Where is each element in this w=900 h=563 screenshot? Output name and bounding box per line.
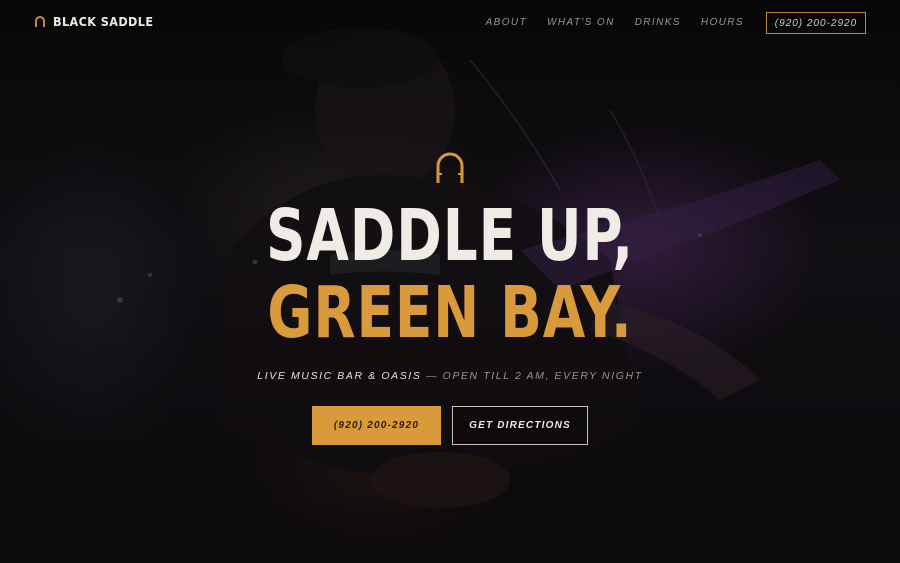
nav-link-whats-on[interactable]: WHAT'S ON bbox=[547, 17, 615, 28]
top-navigation: BLACK SADDLE ABOUT WHAT'S ON DRINKS HOUR… bbox=[0, 0, 900, 48]
nav-link-about[interactable]: ABOUT bbox=[486, 17, 527, 28]
nav-link-hours[interactable]: HOURS bbox=[701, 17, 744, 28]
tagline: LIVE MUSIC BAR & OASIS — OPEN TILL 2 AM,… bbox=[0, 370, 900, 382]
headline-line-2: GREEN BAY. bbox=[267, 271, 633, 354]
tagline-main: LIVE MUSIC BAR & OASIS bbox=[257, 370, 422, 382]
brand-name: BLACK SADDLE bbox=[53, 14, 154, 29]
nav-links: ABOUT WHAT'S ON DRINKS HOURS bbox=[486, 17, 744, 28]
horseshoe-icon bbox=[436, 152, 464, 183]
nav-link-drinks[interactable]: DRINKS bbox=[635, 17, 681, 28]
horseshoe-icon bbox=[35, 16, 45, 27]
brand-logo[interactable]: BLACK SADDLE bbox=[34, 14, 153, 29]
hero-section: BLACK SADDLE ABOUT WHAT'S ON DRINKS HOUR… bbox=[0, 0, 900, 563]
headline-line-1: SADDLE UP, bbox=[265, 194, 635, 277]
get-directions-button[interactable]: GET DIRECTIONS bbox=[452, 406, 588, 445]
nav-phone-button[interactable]: (920) 200-2920 bbox=[766, 12, 866, 34]
tagline-hours: — OPEN TILL 2 AM, EVERY NIGHT bbox=[421, 370, 643, 382]
call-button[interactable]: (920) 200-2920 bbox=[312, 406, 441, 445]
